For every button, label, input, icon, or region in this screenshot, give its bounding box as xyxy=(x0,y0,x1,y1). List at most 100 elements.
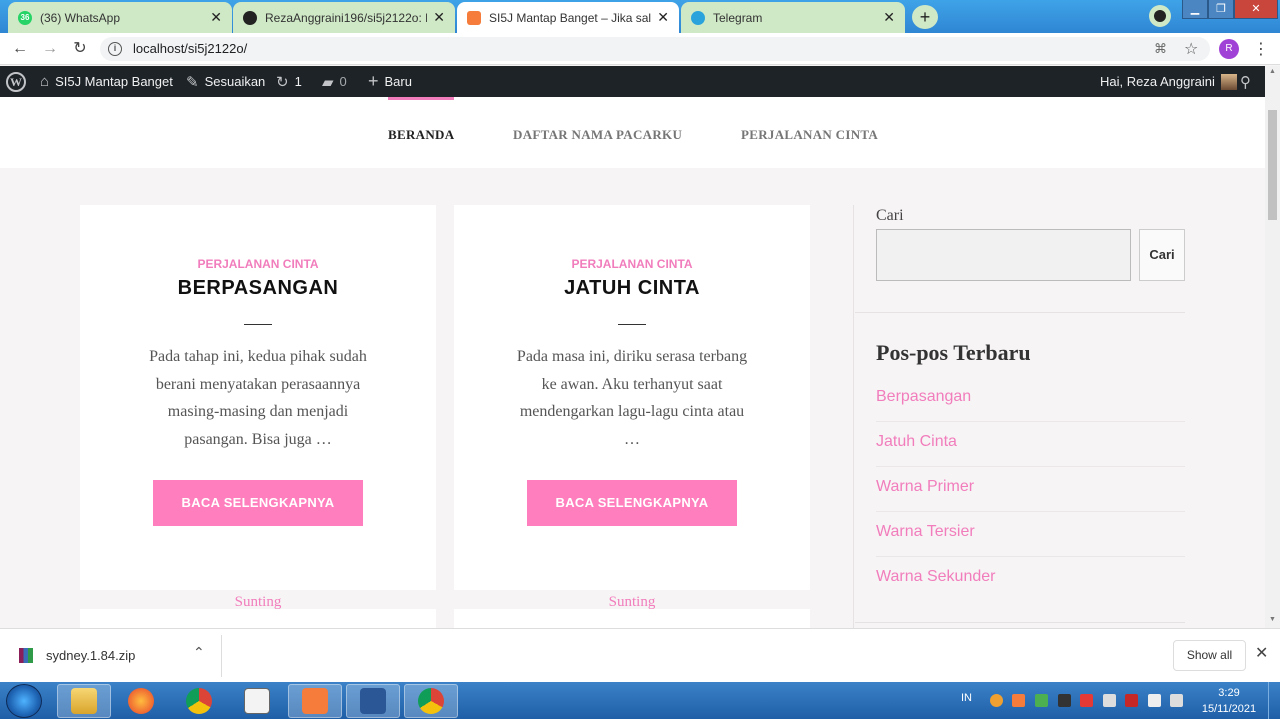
notepad-taskbar-button[interactable] xyxy=(230,684,284,718)
comment-icon: ▰ xyxy=(322,73,334,91)
close-tab-icon[interactable]: ✕ xyxy=(210,9,222,26)
close-icon[interactable]: ✕ xyxy=(1255,643,1268,663)
post-category[interactable]: PERJALANAN CINTA xyxy=(80,257,436,271)
maximize-button[interactable]: ❐ xyxy=(1208,0,1234,19)
post-title[interactable]: JATUH CINTA xyxy=(454,277,810,300)
firefox-taskbar-button[interactable] xyxy=(114,684,168,718)
address-bar[interactable]: i localhost/si5j2122o/ ⌘ ☆ xyxy=(100,37,1210,61)
back-button[interactable]: ← xyxy=(9,38,31,60)
tab-whatsapp[interactable]: 36 (36) WhatsApp ✕ xyxy=(8,2,232,33)
updates-link[interactable]: ↻ 1 xyxy=(276,66,302,97)
signal-icon[interactable] xyxy=(1148,694,1161,707)
tab-site[interactable]: SI5J Mantap Banget – Jika salah p ✕ xyxy=(457,2,679,33)
close-window-button[interactable]: ✕ xyxy=(1234,0,1278,19)
profile-avatar[interactable]: R xyxy=(1219,39,1239,59)
nav-daftar-nama-pacarku[interactable]: DAFTAR NAMA PACARKU xyxy=(513,127,682,143)
close-tab-icon[interactable]: ✕ xyxy=(657,9,669,26)
chrome-profile-taskbar-button[interactable] xyxy=(404,684,458,718)
my-account-link[interactable]: Hai, Reza Anggraini xyxy=(1100,66,1237,97)
minimize-button[interactable]: ▁ xyxy=(1182,0,1208,19)
start-button[interactable] xyxy=(6,684,42,718)
language-indicator[interactable]: IN xyxy=(961,692,972,704)
device-tray-icon[interactable] xyxy=(1058,694,1071,707)
forward-button[interactable]: → xyxy=(39,38,61,60)
explorer-taskbar-button[interactable] xyxy=(57,684,111,718)
post-card xyxy=(454,609,810,629)
chrome-icon xyxy=(186,688,212,714)
tab-search-button[interactable] xyxy=(1149,5,1171,27)
download-filename[interactable]: sydney.1.84.zip xyxy=(46,648,135,663)
updates-icon: ↻ xyxy=(276,73,289,91)
widget-divider xyxy=(855,622,1185,623)
read-more-button[interactable]: BACA SELENGKAPNYA xyxy=(153,480,363,526)
clock-date[interactable]: 15/11/2021 xyxy=(1196,703,1262,715)
new-tab-button[interactable]: + xyxy=(912,5,938,29)
drive-tray-icon[interactable] xyxy=(1035,694,1048,707)
chevron-up-icon[interactable]: ⌃ xyxy=(193,644,205,661)
nav-perjalanan-cinta[interactable]: PERJALANAN CINTA xyxy=(741,127,878,143)
new-content-link[interactable]: + Baru xyxy=(368,66,412,97)
nav-beranda[interactable]: BERANDA xyxy=(388,127,454,143)
post-category[interactable]: PERJALANAN CINTA xyxy=(454,257,810,271)
excerpt-line: Pada masa ini, diriku serasa terbang xyxy=(516,348,748,365)
bookmark-star-icon[interactable]: ☆ xyxy=(1184,39,1198,59)
dashboard-icon: ⌂ xyxy=(40,73,50,90)
search-label: Cari xyxy=(876,207,904,224)
close-tab-icon[interactable]: ✕ xyxy=(433,9,445,26)
info-icon[interactable]: i xyxy=(108,42,122,56)
tab-github[interactable]: RezaAnggraini196/si5j2122o: Rep ✕ xyxy=(233,2,455,33)
scroll-down-icon[interactable]: ▼ xyxy=(1269,616,1276,623)
network-flag-icon[interactable] xyxy=(1103,694,1116,707)
excerpt-line: masing-masing dan menjadi xyxy=(167,403,349,420)
recent-post-link[interactable]: Warna Primer xyxy=(876,467,1185,512)
close-tab-icon[interactable]: ✕ xyxy=(883,9,895,26)
whatsapp-icon: 36 xyxy=(18,10,32,25)
sidebar-divider xyxy=(853,205,854,629)
xampp-tray-icon[interactable] xyxy=(1012,694,1025,707)
site-name-link[interactable]: ⌂ SI5J Mantap Banget xyxy=(40,66,173,97)
post-card: PERJALANAN CINTA BERPASANGAN Pada tahap … xyxy=(80,205,436,590)
scroll-up-icon[interactable]: ▲ xyxy=(1269,68,1276,75)
browser-tab-strip: 36 (36) WhatsApp ✕ RezaAnggraini196/si5j… xyxy=(0,0,1280,33)
page-scrollbar[interactable]: ▲ ▼ xyxy=(1265,66,1280,628)
new-label: Baru xyxy=(384,74,412,89)
search-button[interactable]: Cari xyxy=(1139,229,1185,281)
post-excerpt: Pada tahap ini, kedua pihak sudah berani… xyxy=(130,343,386,453)
tab-title: RezaAnggraini196/si5j2122o: Rep xyxy=(265,10,427,25)
recent-post-link[interactable]: Warna Tersier xyxy=(876,512,1185,557)
recent-post-link[interactable]: Berpasangan xyxy=(876,377,1185,422)
search-icon[interactable]: ⚲ xyxy=(1240,66,1251,97)
search-tray-icon[interactable] xyxy=(990,694,1003,707)
search-input[interactable] xyxy=(876,229,1131,281)
customize-link[interactable]: ✎ Sesuaikan xyxy=(186,66,265,97)
post-excerpt: Pada masa ini, diriku serasa terbang ke … xyxy=(504,343,760,453)
updates-count: 1 xyxy=(294,74,302,89)
recent-post-link[interactable]: Warna Sekunder xyxy=(876,557,1185,602)
greeting-label: Hai, Reza Anggraini xyxy=(1100,74,1215,89)
clock-time[interactable]: 3:29 xyxy=(1200,687,1258,699)
chrome-taskbar-button[interactable] xyxy=(172,684,226,718)
security-tray-icon[interactable] xyxy=(1125,694,1138,707)
wordpress-logo-icon[interactable]: W xyxy=(6,66,26,97)
word-taskbar-button[interactable] xyxy=(346,684,400,718)
title-separator xyxy=(618,324,646,325)
xampp-icon xyxy=(302,688,328,714)
scrollbar-thumb[interactable] xyxy=(1268,110,1277,220)
show-all-button[interactable]: Show all xyxy=(1173,640,1246,671)
read-more-button[interactable]: BACA SELENGKAPNYA xyxy=(527,480,737,526)
recent-post-link[interactable]: Jatuh Cinta xyxy=(876,422,1185,467)
reload-button[interactable]: ↻ xyxy=(69,38,91,60)
xampp-taskbar-button[interactable] xyxy=(288,684,342,718)
show-desktop-button[interactable] xyxy=(1268,682,1280,719)
wp-admin-bar: W ⌂ SI5J Mantap Banget ✎ Sesuaikan ↻ 1 ▰… xyxy=(0,66,1265,97)
warning-tray-icon[interactable] xyxy=(1080,694,1093,707)
menu-icon[interactable]: ⋮ xyxy=(1253,39,1269,59)
user-avatar xyxy=(1220,73,1237,90)
volume-icon[interactable] xyxy=(1170,694,1183,707)
tab-telegram[interactable]: Telegram ✕ xyxy=(681,2,905,33)
comments-link[interactable]: ▰ 0 xyxy=(322,66,347,97)
url-text: localhost/si5j2122o/ xyxy=(133,41,248,56)
translate-icon[interactable]: ⌘ xyxy=(1154,41,1167,57)
excerpt-line: berani menyatakan perasaannya xyxy=(155,375,361,393)
post-title[interactable]: BERPASANGAN xyxy=(80,277,436,300)
